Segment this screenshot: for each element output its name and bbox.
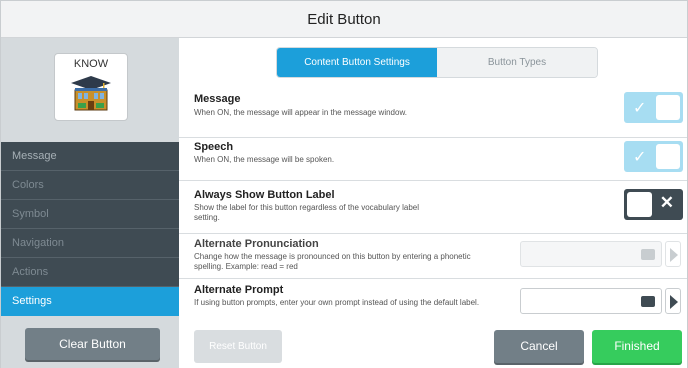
setting-title: Message bbox=[194, 93, 241, 105]
setting-title: Speech bbox=[194, 141, 234, 153]
setting-row-speech: Speech When ON, the message will be spok… bbox=[179, 138, 687, 181]
setting-row-message: Message When ON, the message will appear… bbox=[179, 87, 687, 138]
settings-panel: Content Button Settings Button Types Mes… bbox=[179, 38, 687, 368]
edit-button-dialog: Edit Button KNOW Message Colors Symbol N… bbox=[0, 0, 688, 368]
button-preview-label: KNOW bbox=[73, 58, 109, 70]
keyboard-icon bbox=[641, 249, 655, 260]
alternate-pronunciation-input[interactable] bbox=[520, 241, 662, 267]
pronunciation-play-button[interactable] bbox=[665, 241, 681, 267]
graduation-school-icon bbox=[71, 76, 111, 111]
setting-description: Change how the message is pronounced on … bbox=[194, 252, 471, 271]
sidebar-item-symbol[interactable]: Symbol bbox=[1, 200, 179, 229]
sidebar-item-message[interactable]: Message bbox=[1, 142, 179, 171]
alternate-prompt-input[interactable] bbox=[520, 288, 662, 314]
sidebar-nav: Message Colors Symbol Navigation Actions… bbox=[1, 142, 179, 316]
setting-description: Show the label for this button regardles… bbox=[194, 203, 420, 222]
button-preview: KNOW bbox=[54, 53, 128, 121]
finished-button[interactable]: Finished bbox=[592, 330, 682, 363]
play-icon bbox=[670, 295, 678, 309]
setting-title: Alternate Pronunciation bbox=[194, 238, 319, 250]
toggle-knob bbox=[627, 192, 652, 217]
sidebar-item-actions[interactable]: Actions bbox=[1, 258, 179, 287]
toggle-knob bbox=[656, 144, 680, 169]
setting-title: Alternate Prompt bbox=[194, 284, 284, 296]
setting-description: When ON, the message will be spoken. bbox=[194, 155, 335, 164]
keyboard-icon bbox=[641, 296, 655, 307]
speech-toggle[interactable]: ✓ bbox=[624, 141, 683, 172]
setting-description: When ON, the message will appear in the … bbox=[194, 108, 407, 117]
check-icon: ✓ bbox=[633, 100, 647, 117]
dialog-title: Edit Button bbox=[1, 1, 687, 38]
setting-title: Always Show Button Label bbox=[194, 189, 335, 201]
play-icon bbox=[670, 248, 678, 262]
setting-row-always-show-label: Always Show Button Label Show the label … bbox=[179, 181, 687, 234]
sidebar: KNOW Message Colors Symbol Navigation Ac… bbox=[1, 38, 179, 368]
prompt-play-button[interactable] bbox=[665, 288, 681, 314]
setting-row-alternate-pronunciation: Alternate Pronunciation Change how the m… bbox=[179, 234, 687, 279]
always-show-label-toggle[interactable]: ✕ bbox=[624, 189, 683, 220]
setting-row-alternate-prompt: Alternate Prompt If using button prompts… bbox=[179, 279, 687, 324]
x-icon: ✕ bbox=[659, 193, 674, 212]
settings-tabs: Content Button Settings Button Types bbox=[276, 47, 598, 78]
tab-content-button-settings[interactable]: Content Button Settings bbox=[277, 48, 437, 77]
sidebar-item-navigation[interactable]: Navigation bbox=[1, 229, 179, 258]
sidebar-item-settings[interactable]: Settings bbox=[1, 287, 179, 316]
toggle-knob bbox=[656, 95, 680, 120]
message-toggle[interactable]: ✓ bbox=[624, 92, 683, 123]
check-icon: ✓ bbox=[633, 149, 647, 166]
clear-button[interactable]: Clear Button bbox=[25, 328, 160, 360]
setting-description: If using button prompts, enter your own … bbox=[194, 298, 480, 307]
sidebar-item-colors[interactable]: Colors bbox=[1, 171, 179, 200]
tab-button-types[interactable]: Button Types bbox=[437, 48, 597, 77]
reset-button[interactable]: Reset Button bbox=[194, 330, 282, 363]
cancel-button[interactable]: Cancel bbox=[494, 330, 584, 363]
